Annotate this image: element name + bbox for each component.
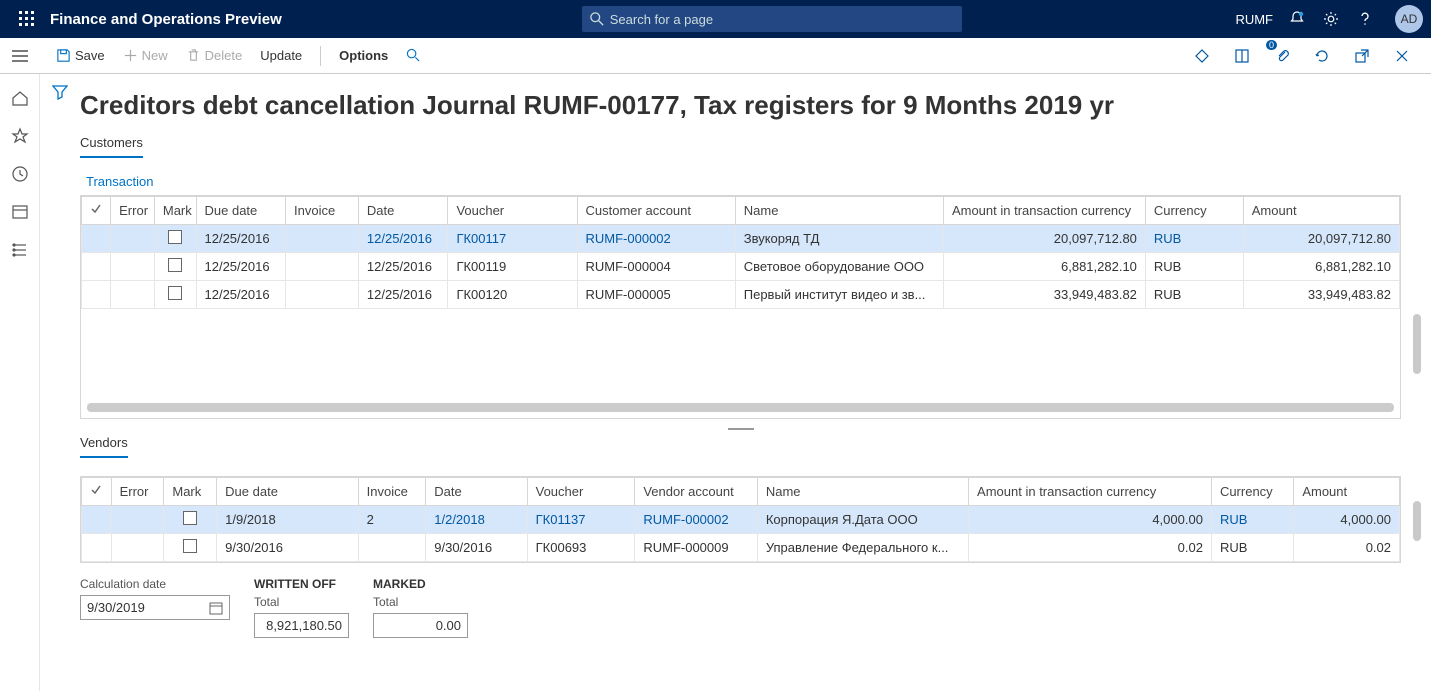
vertical-scrollbar[interactable]: [1413, 501, 1421, 581]
select-all[interactable]: [82, 197, 111, 225]
col-name[interactable]: Name: [735, 197, 943, 225]
col-mark[interactable]: Mark: [154, 197, 196, 225]
attach-button[interactable]: 0: [1269, 43, 1295, 69]
find-button[interactable]: [406, 48, 421, 63]
notification-icon[interactable]: [1287, 9, 1307, 29]
favorite-icon[interactable]: [8, 124, 32, 148]
table-row[interactable]: 12/25/2016 12/25/2016ГК00117RUMF-000002 …: [82, 225, 1400, 253]
calc-date-input[interactable]: 9/30/2019: [80, 595, 230, 620]
col-name[interactable]: Name: [757, 478, 968, 506]
customers-grid: Error Mark Due date Invoice Date Voucher…: [80, 195, 1401, 419]
mark-checkbox[interactable]: [168, 230, 182, 244]
col-vendor-account[interactable]: Vendor account: [635, 478, 758, 506]
waffle-icon[interactable]: [8, 11, 46, 27]
mark-checkbox[interactable]: [168, 258, 182, 272]
search-icon: [406, 48, 421, 63]
gear-icon[interactable]: [1321, 9, 1341, 29]
office-icon[interactable]: [1229, 43, 1255, 69]
save-icon: [56, 48, 71, 63]
home-icon[interactable]: [8, 86, 32, 110]
col-due-date[interactable]: Due date: [217, 478, 359, 506]
table-row[interactable]: 9/30/2016 9/30/2016ГК00693RUMF-000009 Уп…: [82, 534, 1400, 562]
col-currency[interactable]: Currency: [1211, 478, 1293, 506]
total-label: Total: [373, 595, 468, 609]
mark-checkbox[interactable]: [183, 539, 197, 553]
col-amt-tc[interactable]: Amount in transaction currency: [969, 478, 1212, 506]
col-due-date[interactable]: Due date: [196, 197, 286, 225]
select-all[interactable]: [82, 478, 112, 506]
filter-pane-toggle[interactable]: [40, 74, 80, 691]
refresh-icon[interactable]: [1309, 43, 1335, 69]
plus-icon: [123, 48, 138, 63]
calc-date-label: Calculation date: [80, 577, 230, 591]
section-customers[interactable]: Customers: [80, 135, 143, 158]
update-button[interactable]: Update: [260, 48, 302, 63]
table-row[interactable]: 12/25/2016 12/25/2016ГК00119RUMF-000004 …: [82, 253, 1400, 281]
transaction-link[interactable]: Transaction: [86, 174, 153, 189]
trash-icon: [186, 48, 201, 63]
written-off-total: 8,921,180.50: [254, 613, 349, 638]
col-voucher[interactable]: Voucher: [448, 197, 577, 225]
col-mark[interactable]: Mark: [164, 478, 217, 506]
section-vendors[interactable]: Vendors: [80, 435, 128, 458]
global-top-bar: Finance and Operations Preview Search fo…: [0, 0, 1431, 38]
table-row[interactable]: 12/25/2016 12/25/2016ГК00120RUMF-000005 …: [82, 281, 1400, 309]
marked-total: 0.00: [373, 613, 468, 638]
col-invoice[interactable]: Invoice: [286, 197, 359, 225]
nav-toggle-icon[interactable]: [0, 38, 40, 74]
col-error[interactable]: Error: [111, 478, 164, 506]
resize-handle[interactable]: [80, 423, 1401, 435]
app-title: Finance and Operations Preview: [50, 11, 282, 28]
command-bar: Save New Delete Update Options 0: [0, 38, 1431, 74]
paperclip-icon: [1274, 48, 1290, 64]
save-button[interactable]: Save: [56, 48, 105, 63]
mark-checkbox[interactable]: [183, 511, 197, 525]
col-amount[interactable]: Amount: [1243, 197, 1399, 225]
col-date[interactable]: Date: [358, 197, 448, 225]
help-icon[interactable]: [1355, 9, 1375, 29]
col-invoice[interactable]: Invoice: [358, 478, 426, 506]
workspace-icon[interactable]: [8, 200, 32, 224]
table-row[interactable]: 1/9/20182 1/2/2018ГК01137RUMF-000002 Кор…: [82, 506, 1400, 534]
horizontal-scrollbar[interactable]: [87, 403, 1394, 412]
search-icon: [590, 12, 604, 26]
marked-header: MARKED: [373, 577, 468, 591]
delete-button[interactable]: Delete: [186, 48, 243, 63]
left-nav-rail: [0, 74, 40, 691]
new-button[interactable]: New: [123, 48, 168, 63]
written-off-header: WRITTEN OFF: [254, 577, 349, 591]
close-icon[interactable]: [1389, 43, 1415, 69]
avatar[interactable]: AD: [1395, 5, 1423, 33]
vendors-grid: Error Mark Due date Invoice Date Voucher…: [80, 476, 1401, 563]
col-customer-account[interactable]: Customer account: [577, 197, 735, 225]
col-currency[interactable]: Currency: [1145, 197, 1243, 225]
page-title: Creditors debt cancellation Journal RUMF…: [80, 90, 1401, 121]
options-button[interactable]: Options: [339, 48, 388, 63]
col-amt-tc[interactable]: Amount in transaction currency: [943, 197, 1145, 225]
mark-checkbox[interactable]: [168, 286, 182, 300]
recent-icon[interactable]: [8, 162, 32, 186]
vertical-scrollbar[interactable]: [1413, 314, 1421, 494]
total-label: Total: [254, 595, 349, 609]
col-voucher[interactable]: Voucher: [527, 478, 635, 506]
popout-icon[interactable]: [1349, 43, 1375, 69]
modules-icon[interactable]: [8, 238, 32, 262]
search-input[interactable]: Search for a page: [582, 6, 962, 32]
col-error[interactable]: Error: [111, 197, 155, 225]
search-placeholder: Search for a page: [610, 12, 713, 27]
col-amount[interactable]: Amount: [1294, 478, 1400, 506]
filter-icon: [52, 84, 68, 100]
col-date[interactable]: Date: [426, 478, 527, 506]
diamond-icon[interactable]: [1189, 43, 1215, 69]
calendar-icon: [209, 601, 223, 615]
company-label[interactable]: RUMF: [1235, 12, 1273, 27]
